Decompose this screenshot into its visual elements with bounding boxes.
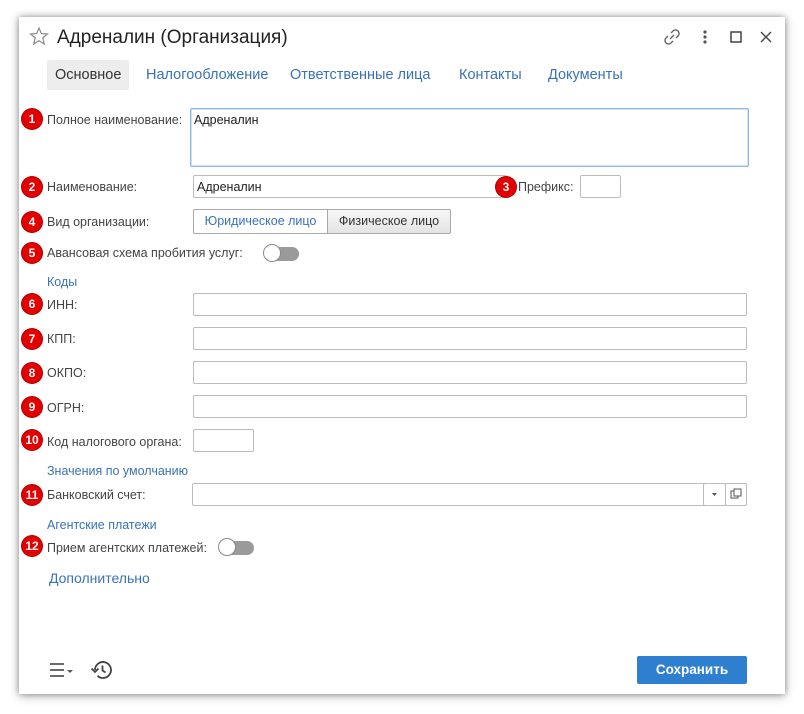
name-label: Наименование: (47, 180, 138, 194)
callout-badge: 2 (22, 177, 42, 197)
tab-responsible-persons[interactable]: Ответственные лица (290, 67, 430, 83)
prefix-label: Префикс: (518, 180, 574, 194)
callout-badge: 5 (22, 243, 42, 263)
inn-label: ИНН: (47, 298, 78, 312)
window-title: Адреналин (Организация) (57, 27, 288, 48)
toggle-knob (263, 244, 281, 262)
chevron-down-icon (712, 493, 717, 496)
ogrn-field[interactable] (193, 395, 747, 418)
bank-account-field[interactable] (192, 483, 726, 506)
callout-badge: 9 (22, 397, 42, 417)
tab-contacts[interactable]: Контакты (459, 67, 522, 83)
link-icon[interactable] (662, 27, 682, 47)
inn-field[interactable] (193, 293, 747, 316)
toggle-knob (218, 538, 236, 556)
callout-badge: 10 (22, 430, 42, 450)
callout-badge: 11 (22, 485, 42, 505)
close-icon[interactable] (756, 27, 776, 47)
tab-documents[interactable]: Документы (548, 67, 623, 83)
org-type-legal-entity[interactable]: Юридическое лицо (193, 209, 328, 234)
callout-badge: 1 (22, 109, 42, 129)
bank-account-value (193, 484, 725, 492)
name-value: Адреналин (197, 180, 262, 194)
more-vertical-icon[interactable] (695, 27, 715, 47)
open-copy-icon (730, 488, 742, 499)
ogrn-label: ОГРН: (47, 401, 85, 415)
tax-code-field[interactable] (193, 429, 254, 452)
prefix-value (581, 176, 620, 184)
kpp-label: КПП: (47, 332, 76, 346)
agent-payments-toggle[interactable] (218, 538, 254, 556)
menu-icon[interactable] (48, 660, 76, 680)
bank-account-open-button[interactable] (725, 483, 747, 506)
callout-badge: 7 (22, 329, 42, 349)
more-link[interactable]: Дополнительно (49, 570, 150, 586)
history-icon[interactable] (90, 658, 114, 682)
defaults-section-title: Значения по умолчанию (47, 464, 189, 478)
okpo-label: ОКПО: (47, 366, 87, 380)
full-name-label: Полное наименование: (47, 113, 183, 127)
okpo-field[interactable] (193, 361, 747, 384)
advance-scheme-toggle[interactable] (263, 244, 299, 262)
agent-section-title: Агентские платежи (47, 518, 157, 532)
agent-payments-label: Прием агентских платежей: (47, 541, 207, 555)
callout-badge: 8 (22, 363, 42, 383)
codes-section-title: Коды (47, 275, 78, 289)
tab-taxation[interactable]: Налогообложение (146, 67, 268, 83)
callout-badge: 6 (22, 294, 42, 314)
advance-scheme-label: Авансовая схема пробития услуг: (47, 246, 243, 260)
tax-code-label: Код налогового органа: (47, 435, 182, 449)
prefix-field[interactable] (580, 175, 621, 198)
callout-badge: 4 (22, 212, 42, 232)
org-type-label: Вид организации: (47, 215, 150, 229)
star-icon[interactable] (29, 26, 49, 46)
full-name-textarea[interactable]: Адреналин (190, 108, 749, 167)
callout-badge: 12 (22, 536, 42, 556)
tab-main[interactable]: Основное (47, 60, 130, 90)
callout-badge: 3 (496, 177, 516, 197)
kpp-field[interactable] (193, 327, 747, 350)
org-type-individual[interactable]: Физическое лицо (327, 209, 451, 234)
bank-account-label: Банковский счет: (47, 488, 146, 502)
save-button[interactable]: Сохранить (637, 656, 747, 684)
full-name-value: Адреналин (194, 113, 259, 127)
maximize-icon[interactable] (726, 27, 746, 47)
name-field[interactable]: Адреналин (193, 175, 507, 198)
bank-account-dropdown-button[interactable] (703, 483, 726, 506)
organization-window: Адреналин (Организация) Основное Налогоо… (19, 17, 785, 694)
